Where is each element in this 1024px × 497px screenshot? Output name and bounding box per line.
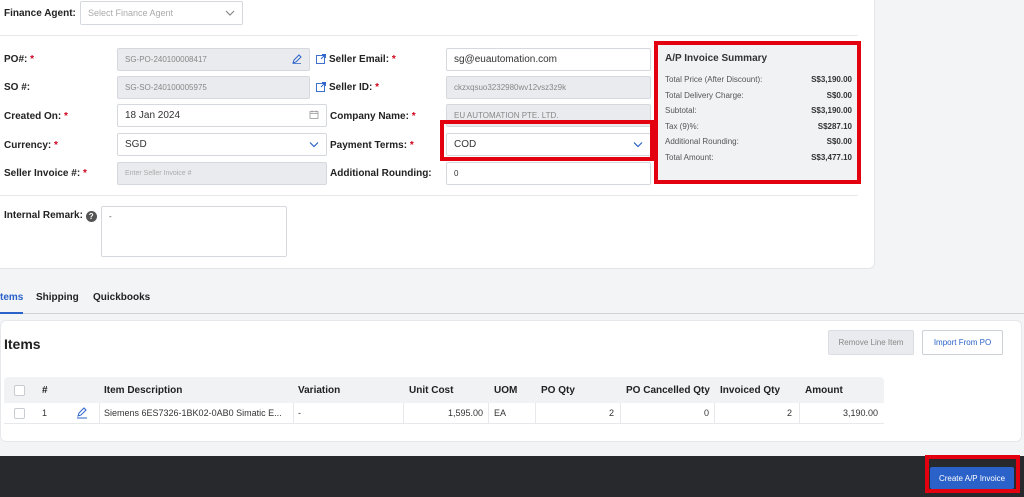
seller-id-label[interactable]: Seller ID: *: [316, 82, 379, 93]
column-divider: [488, 403, 489, 424]
seller-email-input[interactable]: sg@euautomation.com: [446, 48, 651, 71]
po-label: PO#: *: [4, 54, 35, 65]
tab-shipping[interactable]: Shipping: [36, 292, 79, 303]
so-value: SG-SO-240100005975: [125, 83, 207, 92]
select-all-checkbox[interactable]: [14, 385, 25, 396]
external-link-icon: [316, 54, 326, 64]
col-invoiced-qty: Invoiced Qty: [720, 385, 781, 396]
external-link-icon: [316, 82, 326, 92]
col-po-cancelled-qty: PO Cancelled Qty: [626, 385, 710, 396]
column-divider: [714, 403, 715, 424]
cell-variation: -: [298, 408, 301, 418]
col-amount: Amount: [805, 385, 843, 396]
remove-line-item-button[interactable]: Remove Line Item: [828, 330, 914, 355]
created-on-date-picker[interactable]: 18 Jan 2024: [117, 104, 327, 127]
additional-rounding-input[interactable]: 0: [446, 162, 651, 185]
import-from-po-button[interactable]: Import From PO: [922, 330, 1003, 355]
seller-invoice-placeholder: Enter Seller Invoice #: [125, 170, 192, 177]
finance-agent-select[interactable]: Select Finance Agent: [80, 1, 243, 25]
tab-bar: tems Shipping Quickbooks: [0, 289, 1024, 314]
help-icon[interactable]: ?: [85, 211, 97, 222]
summary-row: Total Delivery Charge: S$0.00: [665, 90, 852, 100]
cell-amount: 3,190.00: [842, 408, 878, 418]
edit-pencil-icon[interactable]: [292, 53, 302, 66]
column-divider: [293, 403, 294, 424]
po-field: SG-PO-240100008417: [117, 48, 310, 71]
internal-remark-value: -: [109, 212, 112, 221]
seller-invoice-input[interactable]: Enter Seller Invoice #: [117, 162, 327, 185]
company-name-label: Company Name: *: [330, 111, 416, 122]
summary-row: Total Price (After Discount): S$3,190.00: [665, 75, 852, 85]
internal-remark-label: Internal Remark: ?: [4, 210, 97, 222]
tab-quickbooks[interactable]: Quickbooks: [93, 292, 150, 303]
col-variation: Variation: [298, 385, 341, 396]
col-po-qty: PO Qty: [541, 385, 575, 396]
payment-terms-value: COD: [454, 139, 477, 150]
items-title: Items: [4, 336, 41, 352]
column-divider: [620, 403, 621, 424]
chevron-down-icon: [633, 139, 643, 150]
company-name-value: EU AUTOMATION PTE. LTD.: [454, 111, 559, 120]
table-row[interactable]: 1 Siemens 6ES7326-1BK02-0AB0 Simatic E..…: [4, 403, 884, 424]
chevron-down-icon: [309, 139, 319, 150]
summary-row: Total Amount: S$3,477.10: [665, 152, 852, 162]
column-divider: [799, 403, 800, 424]
cell-po-cancelled-qty: 0: [703, 408, 709, 418]
cell-uom: EA: [494, 408, 507, 418]
payment-terms-label: Payment Terms: *: [330, 140, 414, 151]
so-field: SG-SO-240100005975: [117, 76, 310, 99]
currency-select[interactable]: SGD: [117, 133, 327, 156]
finance-agent-placeholder: Select Finance Agent: [88, 8, 174, 18]
chevron-down-icon: [225, 8, 235, 18]
seller-email-label[interactable]: Seller Email: *: [316, 54, 396, 65]
col-item-description: Item Description: [104, 385, 183, 396]
summary-row: Tax (9)%: S$287.10: [665, 121, 852, 131]
po-value: SG-PO-240100008417: [125, 55, 207, 64]
currency-value: SGD: [125, 139, 147, 150]
cell-number: 1: [42, 408, 48, 418]
additional-rounding-label: Additional Rounding:: [330, 168, 432, 179]
edit-pencil-icon[interactable]: [76, 407, 88, 422]
summary-row: Subtotal: S$3,190.00: [665, 106, 852, 116]
col-uom: UOM: [494, 385, 518, 396]
column-divider: [99, 403, 100, 424]
currency-label: Currency: *: [4, 140, 58, 151]
seller-invoice-label: Seller Invoice #: *: [4, 168, 87, 179]
divider: [0, 35, 858, 36]
tab-items[interactable]: tems: [0, 292, 24, 314]
cell-po-qty: 2: [608, 408, 614, 418]
divider: [0, 195, 858, 196]
table-header: # Item Description Variation Unit Cost U…: [4, 377, 884, 403]
column-divider: [535, 403, 536, 424]
cell-item-description: Siemens 6ES7326-1BK02-0AB0 Simatic E...: [104, 408, 282, 418]
seller-id-value: ckzxqsuo3232980wv12vsz3z9k: [454, 83, 567, 92]
col-number: #: [42, 385, 48, 396]
col-unit-cost: Unit Cost: [409, 385, 454, 396]
summary-row: Additional Rounding: S$0.00: [665, 137, 852, 147]
finance-agent-label: Finance Agent:: [4, 8, 76, 19]
internal-remark-textarea[interactable]: -: [101, 206, 287, 257]
row-checkbox[interactable]: [14, 408, 25, 419]
seller-email-value: sg@euautomation.com: [454, 54, 557, 65]
company-name-field: EU AUTOMATION PTE. LTD.: [446, 104, 651, 127]
payment-terms-select[interactable]: COD: [446, 133, 651, 156]
additional-rounding-value: 0: [454, 169, 459, 178]
calendar-icon: [309, 109, 319, 122]
seller-id-field: ckzxqsuo3232980wv12vsz3z9k: [446, 76, 651, 99]
created-on-label: Created On: *: [4, 111, 68, 122]
so-label: SO #:: [4, 82, 31, 93]
create-ap-invoice-button[interactable]: Create A/P Invoice: [930, 467, 1014, 489]
footer-bar: [0, 456, 1024, 497]
cell-unit-cost: 1,595.00: [447, 408, 483, 418]
cell-invoiced-qty: 2: [786, 408, 792, 418]
ap-invoice-summary: A/P Invoice Summary Total Price (After D…: [658, 43, 859, 183]
created-on-value: 18 Jan 2024: [125, 110, 181, 121]
summary-title: A/P Invoice Summary: [665, 53, 768, 64]
